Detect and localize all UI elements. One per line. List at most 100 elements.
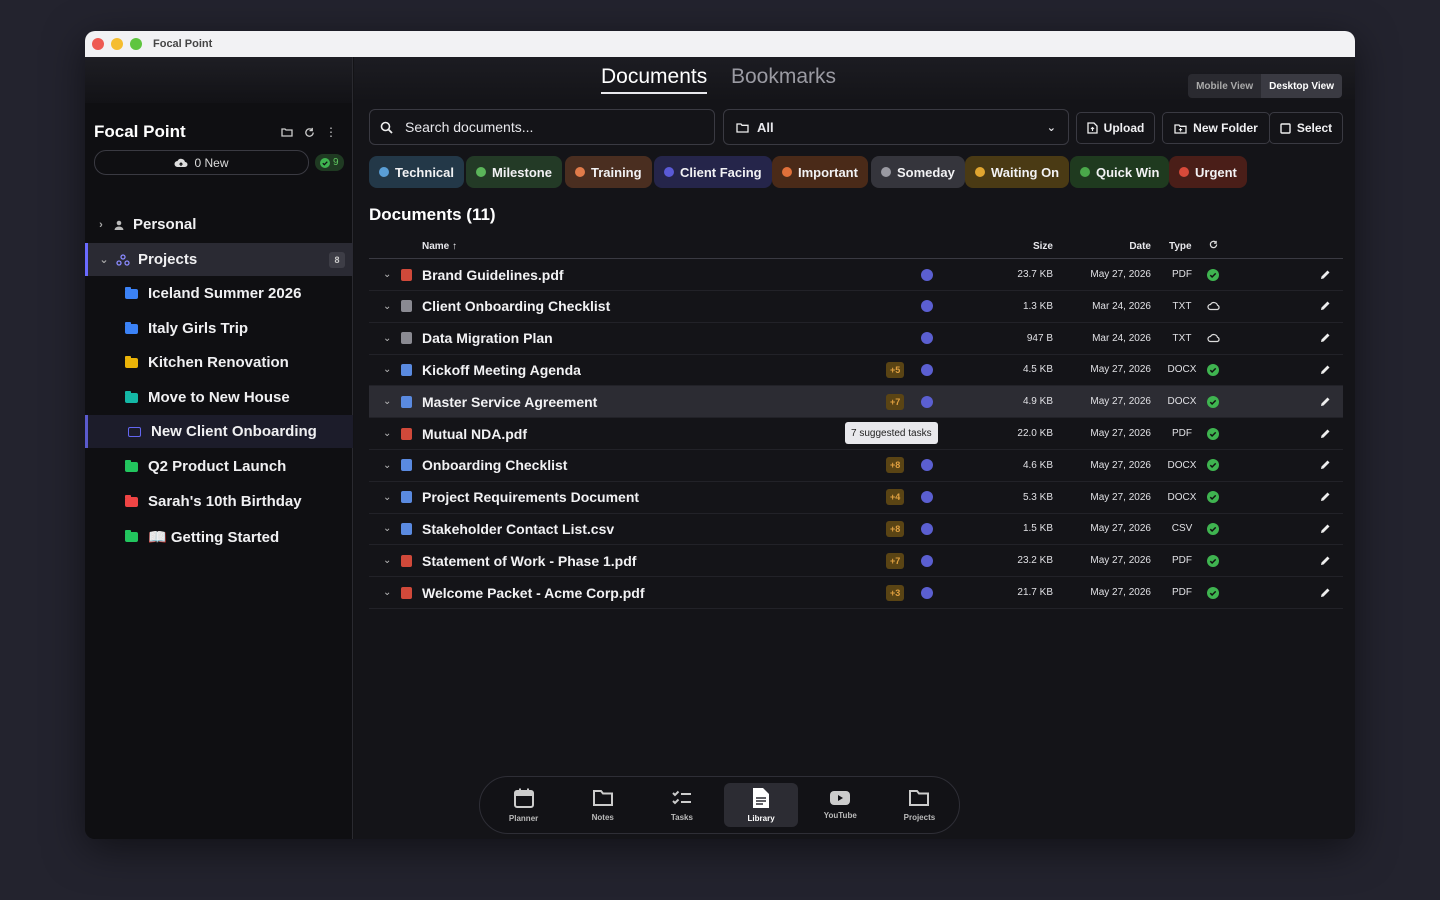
table-row[interactable]: ⌄ Brand Guidelines.pdf 23.7 KB May 27, 2026… <box>369 259 1343 291</box>
sidebar-item-personal[interactable]: › Personal <box>85 208 353 241</box>
chevron-down-icon[interactable]: ⌄ <box>383 354 391 385</box>
column-header-type[interactable]: Type <box>1169 241 1192 252</box>
sync-column-icon[interactable] <box>1209 240 1218 252</box>
sidebar-item-projects[interactable]: ⌄ Projects 8 <box>85 243 353 276</box>
chevron-down-icon[interactable]: ⌄ <box>383 323 391 354</box>
document-name[interactable]: Project Requirements Document <box>422 482 639 513</box>
pencil-icon[interactable] <box>1319 386 1331 417</box>
mobile-view-button[interactable]: Mobile View <box>1188 74 1261 98</box>
suggested-tasks-badge[interactable]: +8 <box>886 513 905 544</box>
tag-filter-chip[interactable]: Milestone <box>466 156 562 188</box>
sidebar-item-folder[interactable]: Iceland Summer 2026 <box>85 277 353 310</box>
sidebar-item-folder[interactable]: Move to New House <box>85 381 353 414</box>
sidebar-item-folder[interactable]: Sarah's 10th Birthday <box>85 485 353 518</box>
pencil-icon[interactable] <box>1319 354 1331 385</box>
synced-check-icon <box>1207 418 1219 449</box>
pencil-icon[interactable] <box>1319 545 1331 576</box>
nav-item-library[interactable]: Library <box>724 783 798 827</box>
chevron-down-icon[interactable]: ⌄ <box>383 259 391 290</box>
table-row[interactable]: ⌄ Master Service Agreement +7 4.9 KB May 27,… <box>369 386 1343 419</box>
close-window-button[interactable] <box>92 38 104 50</box>
pencil-icon[interactable] <box>1319 418 1331 449</box>
suggested-tasks-badge[interactable]: +8 <box>886 450 905 481</box>
nav-item-tasks[interactable]: Tasks <box>642 783 721 827</box>
folder-filter-select[interactable]: All ⌄ <box>723 109 1069 145</box>
nav-item-youtube[interactable]: YouTube <box>801 783 880 827</box>
chevron-down-icon[interactable]: ⌄ <box>383 545 391 576</box>
chevron-down-icon[interactable]: ⌄ <box>383 577 391 608</box>
tab-documents[interactable]: Documents <box>601 65 708 94</box>
document-name[interactable]: Stakeholder Contact List.csv <box>422 513 614 544</box>
document-name[interactable]: Onboarding Checklist <box>422 450 567 481</box>
status-dot <box>921 291 933 322</box>
sidebar-item-folder[interactable]: Kitchen Renovation <box>85 346 353 379</box>
chevron-down-icon[interactable]: ⌄ <box>383 418 391 449</box>
pencil-icon[interactable] <box>1319 259 1331 290</box>
tab-bookmarks[interactable]: Bookmarks <box>731 65 836 89</box>
tag-filter-chip[interactable]: Important <box>772 156 868 188</box>
desktop-view-button[interactable]: Desktop View <box>1261 74 1342 98</box>
sidebar-item-folder[interactable]: 📖 Getting Started <box>85 520 353 553</box>
document-name[interactable]: Kickoff Meeting Agenda <box>422 354 581 385</box>
view-toggle: Mobile View Desktop View <box>1188 74 1342 98</box>
table-row[interactable]: ⌄ Data Migration Plan 947 B Mar 24, 2026 TXT <box>369 323 1343 355</box>
table-row[interactable]: ⌄ Statement of Work - Phase 1.pdf +7 23.2 K… <box>369 545 1343 578</box>
table-row[interactable]: ⌄ Onboarding Checklist +8 4.6 KB May 27, 202… <box>369 450 1343 482</box>
chevron-down-icon[interactable]: ⌄ <box>383 291 391 322</box>
suggested-tasks-badge[interactable]: +3 <box>886 577 905 608</box>
pencil-icon[interactable] <box>1319 291 1331 322</box>
sync-button[interactable]: 0 New <box>94 150 309 175</box>
chevron-down-icon[interactable]: ⌄ <box>383 386 391 417</box>
chevron-down-icon[interactable]: ⌄ <box>383 513 391 544</box>
document-name[interactable]: Mutual NDA.pdf <box>422 418 527 449</box>
sidebar-item-folder[interactable]: Italy Girls Trip <box>85 312 353 345</box>
tag-filter-chip[interactable]: Training <box>565 156 652 188</box>
nav-item-notes[interactable]: Notes <box>563 783 642 827</box>
tag-filter-chip[interactable]: Technical <box>369 156 465 188</box>
new-folder-icon[interactable] <box>278 123 296 141</box>
column-header-date[interactable]: Date <box>1129 241 1151 252</box>
table-row[interactable]: ⌄ Stakeholder Contact List.csv +8 1.5 KB May… <box>369 513 1343 546</box>
suggested-tasks-badge[interactable]: +4 <box>886 482 905 513</box>
synced-check-icon <box>1207 577 1219 608</box>
sidebar-item-folder[interactable]: New Client Onboarding <box>85 415 353 448</box>
search-input[interactable] <box>405 119 685 135</box>
tag-filter-chip[interactable]: Urgent <box>1169 156 1247 188</box>
document-name[interactable]: Brand Guidelines.pdf <box>422 259 564 290</box>
tag-filter-chip[interactable]: Quick Win <box>1070 156 1170 188</box>
document-name[interactable]: Welcome Packet - Acme Corp.pdf <box>422 577 645 608</box>
new-folder-button[interactable]: New Folder <box>1162 112 1270 144</box>
select-button[interactable]: Select <box>1269 112 1343 144</box>
tag-filter-chip[interactable]: Waiting On <box>965 156 1070 188</box>
pencil-icon[interactable] <box>1319 450 1331 481</box>
sidebar-item-folder[interactable]: Q2 Product Launch <box>85 450 353 483</box>
table-row[interactable]: ⌄ Welcome Packet - Acme Corp.pdf +3 21.7 KB… <box>369 577 1343 609</box>
column-header-name[interactable]: Name ↑ <box>422 241 457 252</box>
tag-filter-chip[interactable]: Someday <box>871 156 965 188</box>
chevron-down-icon[interactable]: ⌄ <box>383 482 391 513</box>
pencil-icon[interactable] <box>1319 482 1331 513</box>
table-row[interactable]: ⌄ Client Onboarding Checklist 1.3 KB Mar 24… <box>369 291 1343 323</box>
upload-button[interactable]: Upload <box>1076 112 1155 144</box>
refresh-icon[interactable] <box>300 123 318 141</box>
nav-item-projects[interactable]: Projects <box>880 783 959 827</box>
minimize-window-button[interactable] <box>111 38 123 50</box>
tag-filter-chip[interactable]: Client Facing <box>654 156 772 188</box>
nav-item-planner[interactable]: Planner <box>484 783 563 827</box>
table-row[interactable]: ⌄ Kickoff Meeting Agenda +5 4.5 KB May 27, 2… <box>369 354 1343 387</box>
column-header-size[interactable]: Size <box>1033 241 1053 252</box>
more-options-icon[interactable]: ⋮ <box>322 123 340 141</box>
document-name[interactable]: Data Migration Plan <box>422 323 553 354</box>
pencil-icon[interactable] <box>1319 323 1331 354</box>
suggested-tasks-badge[interactable]: +5 <box>886 354 905 385</box>
document-name[interactable]: Statement of Work - Phase 1.pdf <box>422 545 636 576</box>
pencil-icon[interactable] <box>1319 513 1331 544</box>
suggested-tasks-badge[interactable]: +7 <box>886 545 905 576</box>
document-name[interactable]: Master Service Agreement <box>422 386 597 417</box>
table-row[interactable]: ⌄ Project Requirements Document +4 5.3 KB Ma… <box>369 482 1343 514</box>
chevron-down-icon[interactable]: ⌄ <box>383 450 391 481</box>
maximize-window-button[interactable] <box>130 38 142 50</box>
suggested-tasks-badge[interactable]: +7 <box>886 386 905 417</box>
pencil-icon[interactable] <box>1319 577 1331 608</box>
document-name[interactable]: Client Onboarding Checklist <box>422 291 610 322</box>
